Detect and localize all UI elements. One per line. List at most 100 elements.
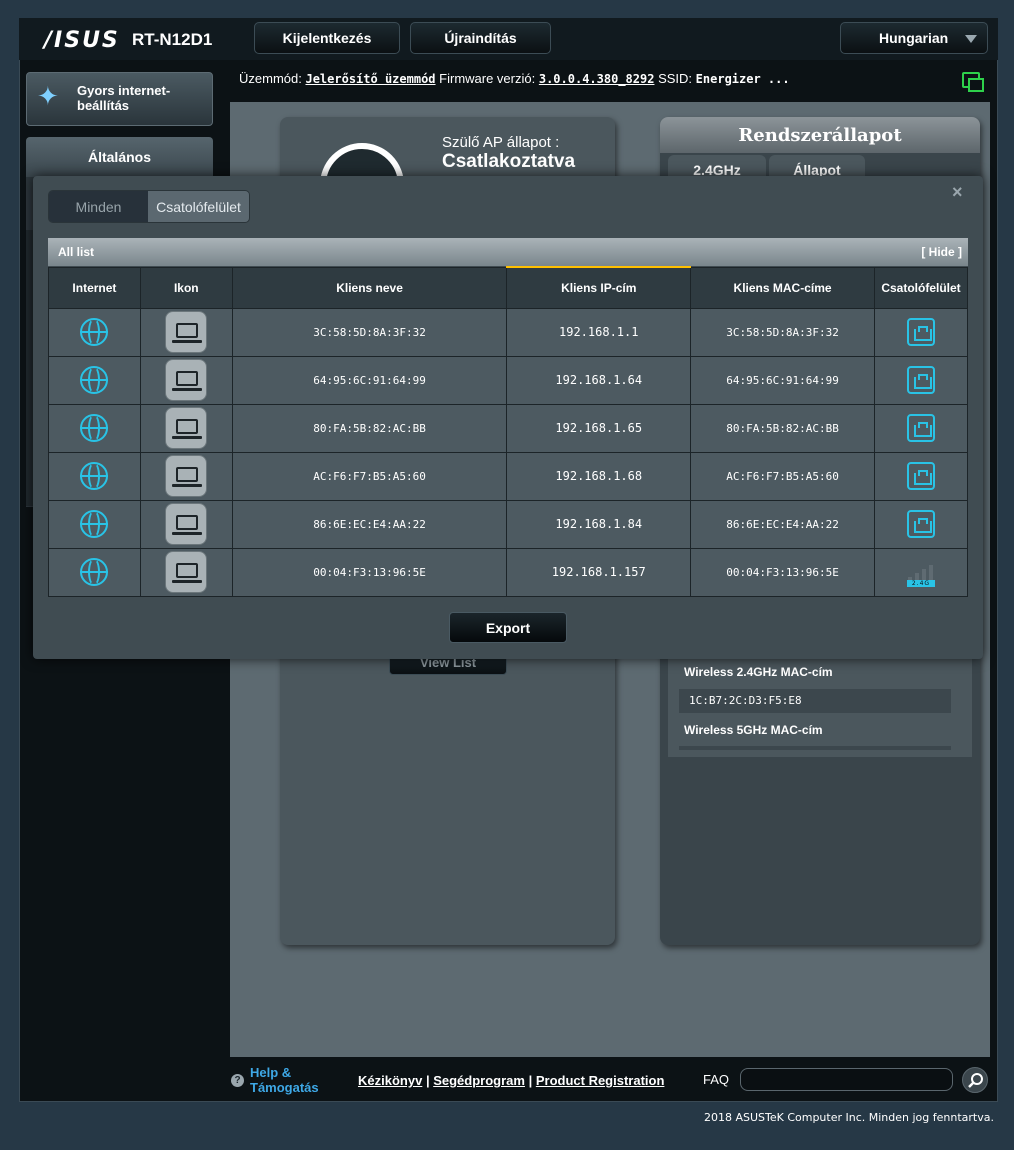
client-mac-cell: AC:F6:F7:B5:A5:60 [690, 451, 875, 501]
system-status-title: Rendszerállapot [660, 117, 980, 153]
laptop-icon[interactable] [165, 359, 208, 401]
hide-link[interactable]: [ Hide ] [921, 245, 962, 259]
ap-status-label: Szülő AP állapot : [442, 134, 560, 151]
ethernet-icon [906, 510, 935, 538]
network-status-icon[interactable] [962, 72, 984, 92]
column-header-client-mac[interactable]: Kliens MAC-címe [690, 266, 875, 309]
client-ip-cell: 192.168.1.84 [506, 499, 692, 549]
tab-interface[interactable]: Csatolófelület [148, 191, 249, 222]
globe-icon[interactable] [80, 366, 109, 394]
column-header-internet[interactable]: Internet [48, 266, 141, 309]
quick-setup-button[interactable]: ✦ Gyors internet-beállítás [26, 72, 213, 126]
table-row: 00:04:F3:13:96:5E 192.168.1.157 00:04:F3:1… [48, 547, 969, 597]
table-row: 3C:58:5D:8A:3F:32 192.168.1.1 3C:58:5D:8A:… [48, 307, 969, 357]
manual-link[interactable]: Kézikönyv [358, 1073, 422, 1088]
ssid-label: SSID: [658, 71, 693, 86]
export-button[interactable]: Export [449, 612, 567, 643]
status-line: Üzemmód: Jelerősítő üzemmód Firmware ver… [239, 71, 790, 86]
internet-cell [48, 355, 141, 405]
copyright-text: 2018 ASUSTeK Computer Inc. Minden jog fe… [703, 1111, 994, 1124]
search-icon[interactable] [962, 1067, 988, 1093]
asus-logo[interactable]: /ISUS [44, 28, 120, 53]
wireless-24-mac-value: 1C:B7:2C:D3:F5:E8 [679, 689, 951, 713]
internet-cell [48, 307, 141, 357]
ap-status-value: Csatlakoztatva [442, 151, 576, 172]
faq-label: FAQ [703, 1072, 730, 1087]
client-list-header: All list [ Hide ] [48, 238, 968, 266]
mode-label: Üzemmód: [239, 71, 302, 86]
device-icon-cell [139, 355, 233, 405]
client-ip-cell: 192.168.1.64 [506, 355, 692, 405]
product-registration-link[interactable]: Product Registration [536, 1073, 665, 1088]
ssid-value: Energizer ... [695, 72, 790, 86]
client-ip-cell: 192.168.1.1 [506, 307, 692, 357]
faq-search-input[interactable] [740, 1068, 953, 1091]
globe-icon[interactable] [80, 558, 109, 586]
client-ip-cell: 192.168.1.68 [506, 451, 692, 501]
wireless-24-mac-label: Wireless 2.4GHz MAC-cím [684, 665, 833, 679]
separator-1: | [425, 1073, 430, 1088]
footer-links: Kézikönyv | Segédprogram | Product Regis… [358, 1073, 664, 1088]
magic-wand-icon: ✦ [37, 81, 59, 111]
interface-cell [873, 403, 969, 453]
firmware-label: Firmware verzió: [439, 71, 536, 86]
interface-cell [873, 307, 969, 357]
tab-all[interactable]: Minden [49, 191, 148, 222]
internet-cell [48, 451, 141, 501]
globe-icon[interactable] [80, 318, 109, 346]
logout-button[interactable]: Kijelentkezés [254, 22, 400, 54]
sidebar-section-general[interactable]: Általános [26, 137, 213, 177]
wireless-5-mac-value [679, 746, 951, 750]
client-ip-cell: 192.168.1.157 [506, 547, 692, 597]
firmware-value-link[interactable]: 3.0.0.4.380_8292 [539, 72, 655, 86]
laptop-icon[interactable] [165, 455, 208, 497]
help-icon: ? [231, 1074, 244, 1087]
column-header-client-name[interactable]: Kliens neve [231, 266, 508, 309]
column-header-client-ip[interactable]: Kliens IP-cím [506, 266, 692, 309]
all-list-title: All list [58, 245, 95, 259]
client-name-cell[interactable]: AC:F6:F7:B5:A5:60 [231, 451, 508, 501]
help-support-link[interactable]: Help & Támogatás [250, 1065, 319, 1095]
laptop-icon[interactable] [165, 551, 208, 593]
laptop-icon[interactable] [165, 407, 208, 449]
interface-cell [873, 355, 969, 405]
client-name-cell[interactable]: 00:04:F3:13:96:5E [231, 547, 508, 597]
client-mac-cell: 3C:58:5D:8A:3F:32 [690, 307, 875, 357]
table-row: 80:FA:5B:82:AC:BB 192.168.1.65 80:FA:5B:82… [48, 403, 969, 453]
device-icon-cell [139, 403, 233, 453]
chevron-down-icon [965, 35, 977, 43]
ethernet-icon [906, 462, 935, 490]
ethernet-icon [906, 414, 935, 442]
column-header-icon[interactable]: Ikon [139, 266, 233, 309]
globe-icon[interactable] [80, 414, 109, 442]
globe-icon[interactable] [80, 510, 109, 538]
internet-cell [48, 403, 141, 453]
client-name-cell[interactable]: 3C:58:5D:8A:3F:32 [231, 307, 508, 357]
client-mac-cell: 00:04:F3:13:96:5E [690, 547, 875, 597]
globe-icon[interactable] [80, 462, 109, 490]
client-name-cell[interactable]: 86:6E:EC:E4:AA:22 [231, 499, 508, 549]
wifi-band-label: 2.4G [906, 580, 935, 587]
wifi-signal-icon: 2.4G [906, 557, 936, 587]
column-header-interface[interactable]: Csatolófelület [873, 266, 969, 309]
close-icon[interactable]: × [952, 182, 963, 203]
client-name-cell[interactable]: 80:FA:5B:82:AC:BB [231, 403, 508, 453]
reboot-button[interactable]: Újraindítás [410, 22, 551, 54]
client-mac-cell: 64:95:6C:91:64:99 [690, 355, 875, 405]
client-name-cell[interactable]: 64:95:6C:91:64:99 [231, 355, 508, 405]
mode-value-link[interactable]: Jelerősítő üzemmód [305, 72, 435, 86]
help-line-2: Támogatás [250, 1080, 319, 1095]
language-select[interactable]: Hungarian [840, 22, 988, 54]
utility-link[interactable]: Segédprogram [433, 1073, 525, 1088]
client-mac-cell: 80:FA:5B:82:AC:BB [690, 403, 875, 453]
laptop-icon[interactable] [165, 311, 208, 353]
ethernet-icon [906, 366, 935, 394]
internet-cell [48, 499, 141, 549]
interface-cell [873, 451, 969, 501]
model-name: RT-N12D1 [132, 30, 213, 49]
laptop-icon[interactable] [165, 503, 208, 545]
wireless-5-mac-label: Wireless 5GHz MAC-cím [684, 723, 823, 737]
quick-setup-label: Gyors internet-beállítás [77, 83, 171, 113]
language-value: Hungarian [879, 30, 949, 46]
table-row: AC:F6:F7:B5:A5:60 192.168.1.68 AC:F6:F7:B5… [48, 451, 969, 501]
